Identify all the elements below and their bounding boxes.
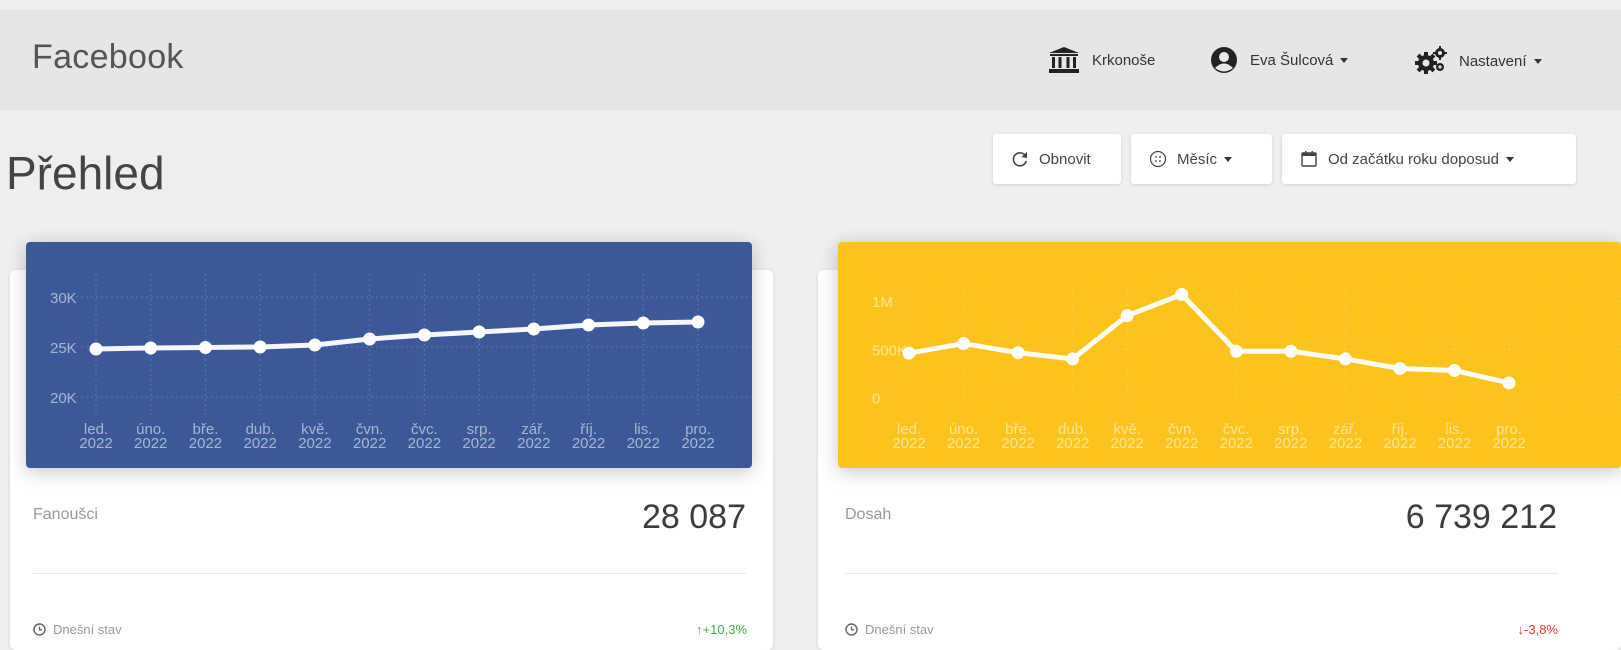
x-tick-label: 2022 [572, 435, 605, 452]
data-point [691, 315, 705, 329]
data-point [1229, 344, 1243, 358]
data-point [89, 342, 103, 356]
x-tick-label: 2022 [1492, 435, 1525, 452]
x-tick-label: 2022 [1220, 435, 1253, 452]
x-tick-label: 2022 [627, 435, 660, 452]
data-point [198, 341, 212, 354]
fans-change-value: +10,3% [702, 622, 747, 637]
x-tick-label: 2022 [408, 435, 441, 452]
reach-change-value: -3,8% [1524, 622, 1558, 637]
reach-value: 6 739 212 [1405, 498, 1557, 536]
data-point [1393, 362, 1407, 376]
data-point [144, 341, 158, 355]
x-tick-label: 2022 [517, 435, 550, 452]
reach-chart: 1M 500K 0 led. 2022 úno. 2022 bře. 2022 dub. 2022 k… [838, 242, 1621, 468]
fans-label: Fanoušci [33, 506, 98, 523]
nav-item-organization[interactable]: Krkonoše [1048, 46, 1155, 74]
x-tick-label: 2022 [1383, 435, 1416, 452]
chevron-down-icon [1505, 156, 1514, 162]
data-point [582, 318, 596, 332]
nav-item-organization-label: Krkonoše [1092, 51, 1156, 69]
x-tick-label: 2022 [189, 435, 222, 452]
y-tick-label: 25K [50, 340, 77, 357]
x-tick-label: 2022 [298, 435, 331, 452]
data-point [1011, 346, 1025, 360]
date-range-dropdown[interactable]: Od začátku roku doposud [1282, 134, 1576, 184]
fans-footer: Dnešní stav [33, 622, 122, 637]
data-point [472, 325, 486, 339]
nav-item-settings-label: Nastavení [1459, 52, 1527, 70]
y-tick-label: 500K [872, 342, 907, 359]
data-point [636, 316, 650, 330]
reach-change-badge: ↓-3,8% [1410, 622, 1558, 637]
institution-icon [1048, 46, 1080, 74]
refresh-button-label: Obnovit [1039, 150, 1091, 168]
clock-icon [33, 623, 46, 636]
x-tick-label: 2022 [1438, 435, 1471, 452]
data-point [957, 337, 971, 351]
chevron-down-icon [1533, 58, 1542, 64]
top-navbar: Facebook Krkonoše Eva Šulcová Nastavení [0, 10, 1621, 110]
x-tick-label: 2022 [353, 435, 386, 452]
data-point [308, 338, 322, 352]
nav-item-settings[interactable]: Nastavení [1415, 46, 1542, 76]
fans-footer-label: Dnešní stav [53, 622, 122, 637]
user-circle-icon [1210, 46, 1238, 74]
refresh-icon [1011, 150, 1029, 168]
calendar-icon [1300, 150, 1318, 168]
gears-icon [1415, 46, 1447, 76]
fans-line-chart: 30K25K20Kled.2022úno.2022bře.2022dub.202… [26, 242, 752, 468]
data-point [527, 322, 541, 336]
x-tick-label: 2022 [1110, 435, 1143, 452]
card-divider [33, 573, 746, 574]
x-tick-label: 2022 [1274, 435, 1307, 452]
y-tick-label: 1M [872, 294, 893, 311]
x-tick-label: 2022 [134, 435, 167, 452]
data-point [1502, 376, 1516, 390]
data-point [1120, 309, 1134, 323]
data-point [1175, 288, 1189, 301]
x-tick-label: 2022 [1165, 435, 1198, 452]
brand-title[interactable]: Facebook [32, 38, 184, 77]
chevron-down-icon [1224, 156, 1233, 162]
period-dropdown-label: Měsíc [1177, 150, 1218, 168]
data-point [253, 340, 267, 354]
grid-icon [1149, 150, 1167, 168]
reach-footer-label: Dnešní stav [865, 622, 934, 637]
y-tick-label: 30K [50, 290, 77, 307]
x-tick-label: 2022 [681, 435, 714, 452]
data-point [1066, 352, 1080, 366]
x-tick-label: 2022 [1001, 435, 1034, 452]
fans-chart: 30K 25K 20K led. 2022 úno. 2022 bře. 2022 dub. 202… [26, 242, 752, 468]
fans-value: 28 087 [642, 498, 746, 536]
data-point [1447, 363, 1461, 377]
data-point [363, 332, 377, 346]
period-dropdown[interactable]: Měsíc [1131, 134, 1272, 184]
refresh-button[interactable]: Obnovit [993, 134, 1121, 184]
data-point [1338, 352, 1352, 366]
reach-label: Dosah [845, 506, 892, 523]
page-title: Přehled [6, 147, 165, 199]
nav-item-user-label: Eva Šulcová [1250, 51, 1334, 69]
y-tick-label: 0 [872, 390, 880, 407]
x-tick-label: 2022 [79, 435, 112, 452]
data-point [417, 328, 431, 342]
x-tick-label: 2022 [947, 435, 980, 452]
chevron-down-icon [1340, 57, 1349, 63]
date-range-dropdown-label: Od začátku roku doposud [1328, 150, 1499, 168]
clock-icon [845, 623, 858, 636]
reach-line-chart: 1M500K0led.2022úno.2022bře.2022dub.2022k… [838, 242, 1621, 468]
x-tick-label: 2022 [1329, 435, 1362, 452]
reach-footer: Dnešní stav [845, 622, 934, 637]
x-tick-label: 2022 [892, 435, 925, 452]
y-tick-label: 20K [50, 390, 77, 407]
card-divider [845, 573, 1558, 574]
fans-change-badge: ↑+10,3% [600, 622, 747, 637]
data-point [1284, 344, 1298, 358]
nav-item-user[interactable]: Eva Šulcová [1210, 46, 1349, 74]
x-tick-label: 2022 [1056, 435, 1089, 452]
data-point [902, 346, 916, 360]
x-tick-label: 2022 [462, 435, 495, 452]
x-tick-label: 2022 [243, 435, 276, 452]
